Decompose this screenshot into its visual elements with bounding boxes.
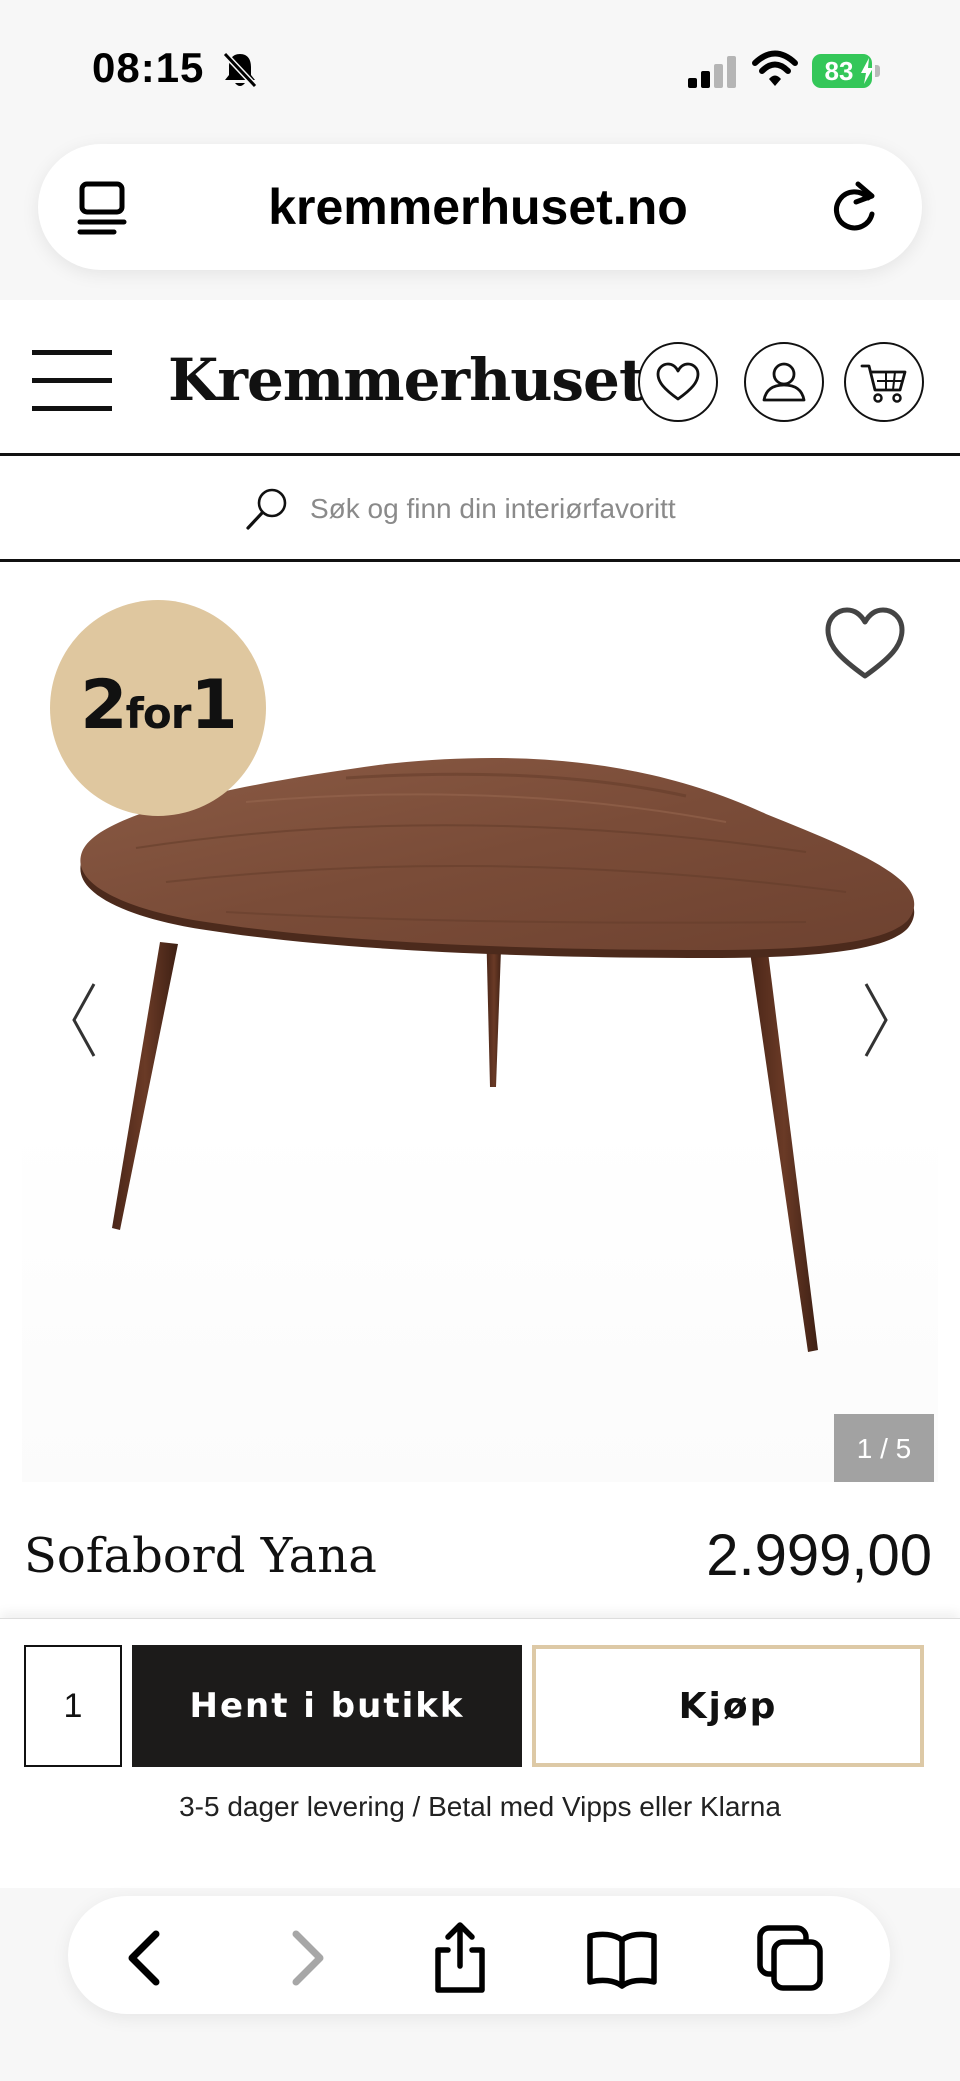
wifi-icon [752, 50, 798, 86]
promo-word: for [125, 689, 192, 738]
cellular-signal-icon [688, 56, 736, 88]
battery-level: 83 [824, 56, 854, 86]
page: 08:15 83 kremmerhuset.no Kremmerhuset Sø… [0, 0, 960, 2081]
buy-bar: Hent i butikk Kjøp 3-5 dager levering / … [0, 1618, 960, 1888]
bookmarks-button[interactable] [584, 1920, 660, 1996]
promo-number-second: 1 [190, 666, 237, 745]
address-bar[interactable]: kremmerhuset.no [38, 144, 922, 270]
back-icon [128, 1930, 160, 1986]
favorite-heart-icon[interactable] [822, 604, 908, 684]
product-price: 2.999,00 [706, 1523, 932, 1588]
forward-button[interactable] [268, 1920, 344, 1996]
status-time: 08:15 [92, 44, 205, 91]
search-icon [246, 488, 287, 530]
promo-number-first: 2 [80, 666, 127, 745]
bell-slash-icon [222, 51, 258, 89]
battery-indicator: 83 [812, 54, 880, 88]
promo-badge-2for1: 2for1 [50, 600, 266, 816]
forward-icon [292, 1930, 324, 1986]
hamburger-menu-icon[interactable] [30, 348, 114, 412]
buy-button[interactable]: Kjøp [532, 1645, 924, 1767]
chevron-left-icon[interactable] [68, 980, 100, 1060]
account-button[interactable] [744, 342, 824, 422]
cart-button[interactable] [844, 342, 924, 422]
account-icon [762, 362, 806, 402]
bookmarks-icon [587, 1931, 657, 1989]
tabs-icon [757, 1925, 823, 1991]
back-button[interactable] [108, 1920, 184, 1996]
battery-cap [875, 65, 880, 77]
toolbar-pill [68, 1896, 890, 2014]
url-text[interactable]: kremmerhuset.no [188, 178, 768, 236]
battery-charging-icon [861, 58, 873, 84]
reload-icon[interactable] [828, 178, 884, 238]
wishlist-button[interactable] [638, 342, 718, 422]
brand-logo[interactable]: Kremmerhuset [168, 346, 646, 414]
tabs-overview-icon[interactable] [74, 178, 130, 238]
product-gallery[interactable]: 2for1 1 / 5 [22, 562, 938, 1482]
status-bar: 08:15 83 [0, 0, 960, 140]
share-icon [435, 1922, 485, 1993]
heart-icon [656, 362, 700, 401]
site-header: Kremmerhuset [0, 300, 960, 456]
image-counter: 1 / 5 [834, 1414, 934, 1482]
tabs-button[interactable] [752, 1920, 828, 1996]
chevron-right-icon[interactable] [860, 980, 892, 1060]
promo-text: 2for1 [50, 666, 266, 745]
pickup-in-store-button[interactable]: Hent i butikk [132, 1645, 522, 1767]
delivery-note: 3-5 dager levering / Betal med Vipps ell… [179, 1791, 781, 1822]
browser-toolbar [0, 1888, 960, 2081]
quantity-input[interactable] [24, 1645, 122, 1767]
product-title: Sofabord Yana [24, 1528, 377, 1584]
search-input[interactable] [310, 484, 810, 534]
share-button[interactable] [422, 1920, 498, 1996]
cart-icon [860, 364, 907, 403]
product-image[interactable] [46, 752, 936, 1352]
address-bar-area: kremmerhuset.no [0, 140, 960, 300]
search-bar [0, 456, 960, 562]
